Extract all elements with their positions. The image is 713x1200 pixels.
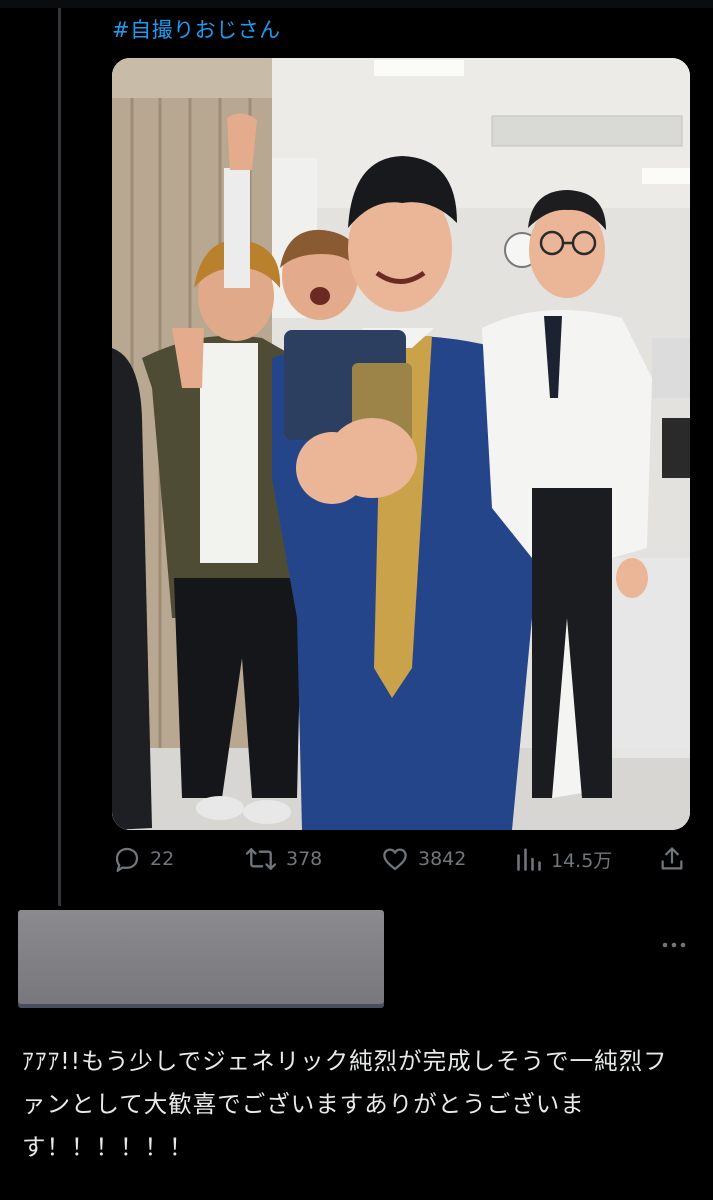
share-icon <box>661 847 683 870</box>
comment-icon <box>115 847 139 872</box>
views-count: 14.5万 <box>551 849 613 872</box>
like-count: 3842 <box>418 848 467 870</box>
repost-button[interactable]: 378 <box>244 842 322 876</box>
selfie-photo-illustration <box>112 58 690 830</box>
thread-connector-line <box>58 8 61 906</box>
reply-button[interactable]: 22 <box>112 842 174 876</box>
repost-count: 378 <box>286 848 323 870</box>
repost-icon <box>245 848 277 870</box>
like-icon <box>383 848 407 871</box>
redacted-user-info <box>18 910 384 1004</box>
reply-body-text: ｱｱｱ!!もう少しでジェネリック純烈が完成しそうで一純烈ファンとして大歓喜でござ… <box>22 1047 668 1161</box>
share-button[interactable] <box>658 842 686 876</box>
status-bar <box>0 0 713 8</box>
tweet-action-bar: 22 378 3842 14.5万 <box>112 842 692 876</box>
hashtag-link[interactable]: #自撮りおじさん <box>112 14 281 44</box>
reply-count: 22 <box>150 848 175 870</box>
tweet-photo[interactable] <box>112 58 690 830</box>
views-icon <box>517 848 541 871</box>
views-button[interactable]: 14.5万 <box>515 842 612 876</box>
more-icon <box>662 942 686 948</box>
like-button[interactable]: 3842 <box>380 842 466 876</box>
more-options-button[interactable] <box>659 930 689 960</box>
